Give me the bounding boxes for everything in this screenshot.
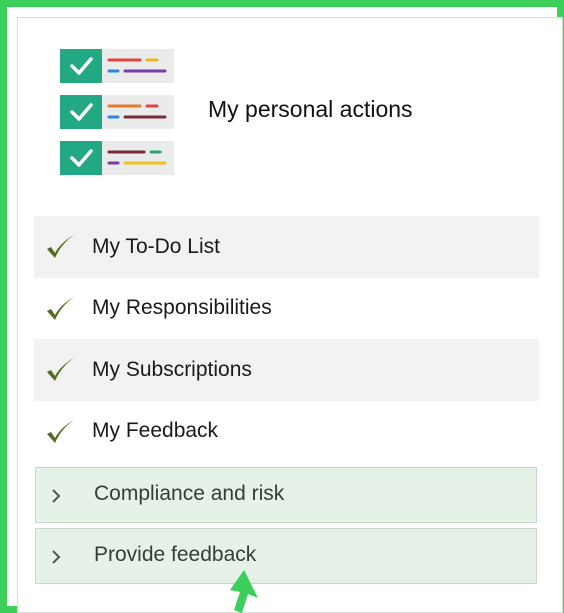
checklist-icon [60, 49, 174, 175]
checkmark-icon [47, 358, 74, 381]
menu-item-label: My Subscriptions [92, 357, 252, 381]
checklist-row [60, 49, 174, 83]
compliance-and-risk-expander[interactable]: Compliance and risk [35, 467, 537, 523]
arrow-up-icon [230, 570, 258, 613]
menu-item-label: My Feedback [92, 419, 219, 443]
menu-item-todo-list[interactable]: My To-Do List [34, 216, 539, 278]
chevron-right-icon [52, 489, 61, 503]
checklist-row [60, 95, 174, 129]
checkmark-icon [47, 296, 74, 320]
chevron-right-icon [52, 550, 61, 564]
checkmark-icon [47, 235, 74, 258]
panel-header: My personal actions [60, 49, 500, 175]
personal-actions-menu: My To-Do List My Responsibilities My Sub… [34, 216, 539, 462]
menu-item-label: My To-Do List [92, 234, 220, 258]
menu-item-subscriptions[interactable]: My Subscriptions [34, 339, 539, 401]
expander-label: Compliance and risk [94, 482, 285, 505]
menu-item-responsibilities[interactable]: My Responsibilities [34, 278, 539, 340]
checklist-row [60, 141, 174, 175]
provide-feedback-expander[interactable]: Provide feedback [35, 528, 537, 584]
page-title: My personal actions [208, 96, 413, 122]
menu-item-feedback[interactable]: My Feedback [34, 401, 539, 463]
menu-item-label: My Responsibilities [92, 296, 272, 320]
checkmark-icon [47, 419, 74, 443]
expander-label: Provide feedback [94, 543, 257, 566]
